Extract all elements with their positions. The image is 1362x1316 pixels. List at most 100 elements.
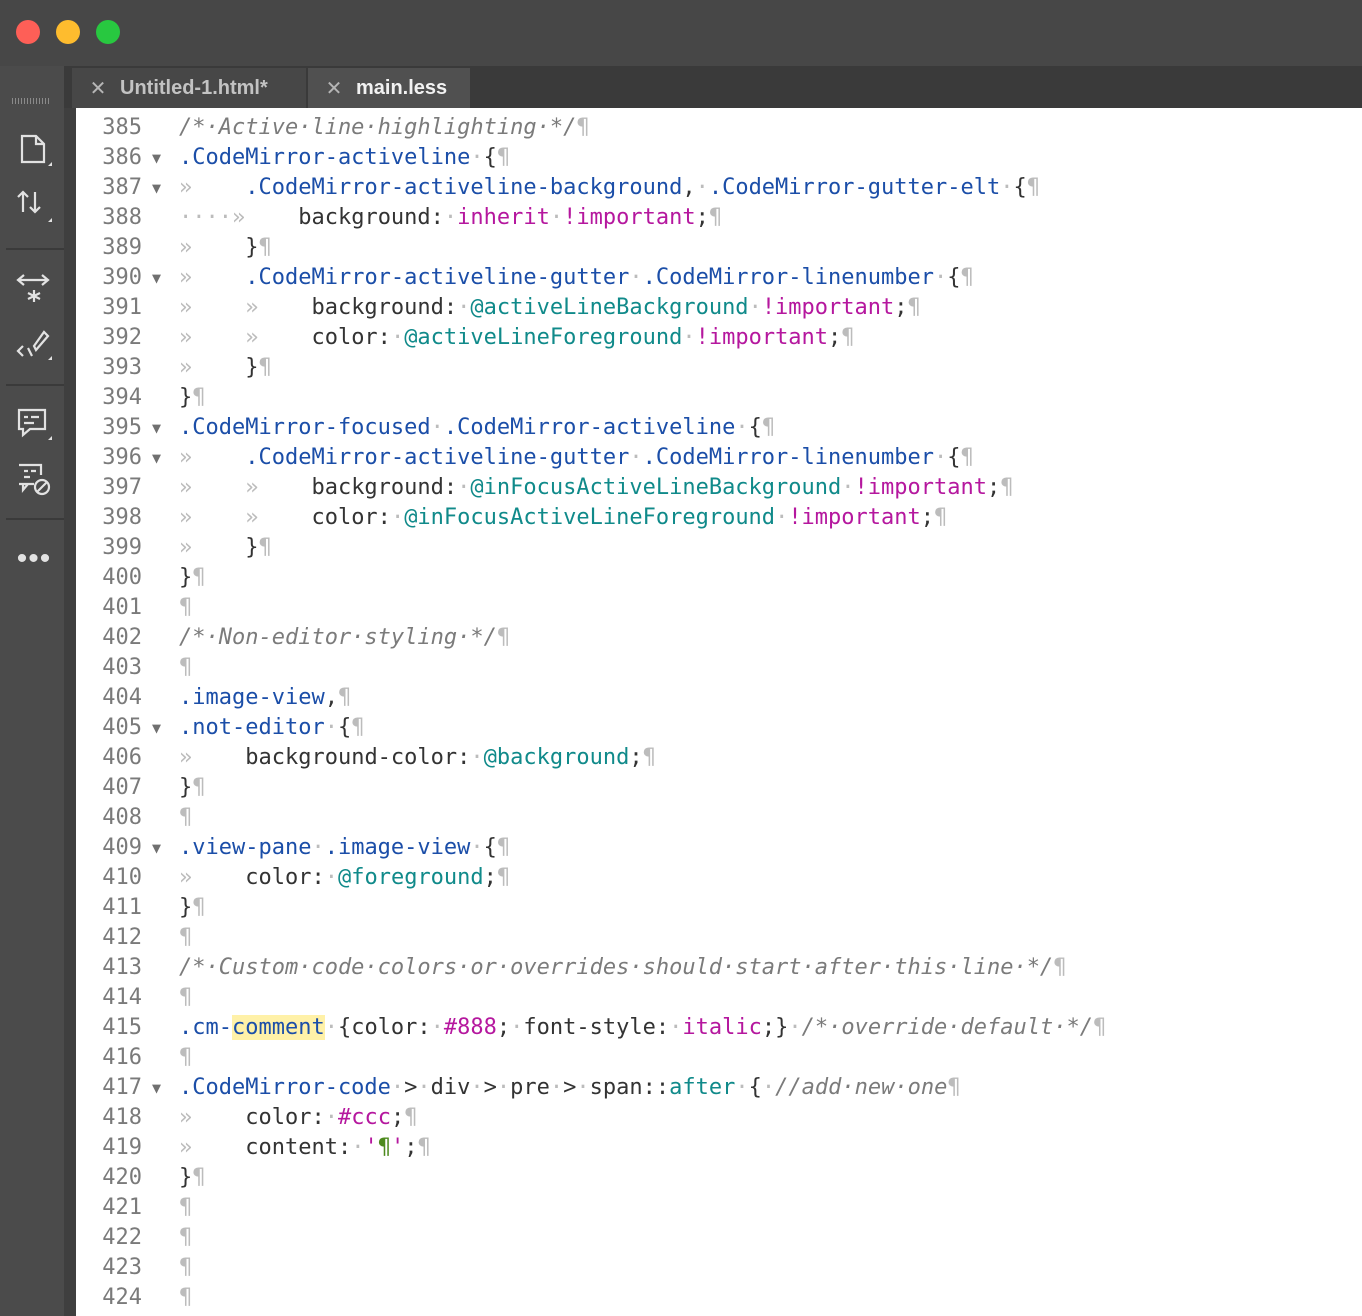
code-token: » » — [179, 295, 312, 320]
code-line[interactable]: 413 /*·Custom·code·colors·or·overrides·sh… — [76, 953, 1362, 983]
code-token: .image-view — [324, 835, 471, 860]
code-line[interactable]: 399 » }¶ — [76, 533, 1362, 563]
code-token: · — [510, 1015, 524, 1040]
code-line[interactable]: 385 /*·Active·line·highlighting·*/¶ — [76, 113, 1362, 143]
code-token: //add·new·one — [775, 1075, 948, 1100]
code-line[interactable]: 419» content:·'¶';¶ — [76, 1133, 1362, 1163]
code-token: } — [245, 235, 259, 260]
close-window-button[interactable] — [16, 20, 40, 44]
code-line[interactable]: 402 /*·Non-editor·styling·*/¶ — [76, 623, 1362, 653]
code-token: » » — [179, 325, 312, 350]
code-brush-icon[interactable] — [14, 324, 54, 364]
code-token: ; — [390, 1105, 405, 1130]
fold-toggle-icon[interactable]: ▼ — [152, 833, 166, 863]
code-line[interactable]: 398» » color:·@inFocusActiveLineForegrou… — [76, 503, 1362, 533]
code-line[interactable]: 412 ¶ — [76, 923, 1362, 953]
code-token: ····» — [179, 205, 299, 230]
code-line[interactable]: 400}¶ — [76, 563, 1362, 593]
code-token: .CodeMirror-activeline — [443, 415, 736, 440]
fold-toggle-icon[interactable]: ▼ — [152, 443, 166, 473]
code-line[interactable]: 390 ▼» .CodeMirror-activeline-gutter·.Cod… — [76, 263, 1362, 293]
code-line[interactable]: 411}¶ — [76, 893, 1362, 923]
sort-arrows-icon[interactable] — [14, 186, 54, 226]
tab-main-less[interactable]: ✕ main.less — [308, 68, 470, 108]
zoom-window-button[interactable] — [96, 20, 120, 44]
code-token: color: — [245, 1105, 325, 1130]
code-line[interactable]: 410 » color:·@foreground;¶ — [76, 863, 1362, 893]
code-token: ¶ — [1093, 1015, 1107, 1040]
tab-bar: ✕ Untitled-1.html* ✕ main.less — [64, 66, 1362, 108]
code-token: ¶ — [351, 715, 365, 740]
code-token: ; — [629, 745, 643, 770]
more-options-icon[interactable]: ••• — [14, 544, 54, 574]
fold-toggle-icon[interactable]: ▼ — [152, 713, 166, 743]
code-editor[interactable]: 385/*·Active·line·highlighting·*/¶ 386 ▼ .C… — [76, 108, 1362, 1316]
code-line[interactable]: 424 ¶ — [76, 1283, 1362, 1313]
code-token: { — [483, 145, 497, 170]
code-token: @activeLineForeground — [404, 325, 683, 350]
code-line[interactable]: 415 .cm-comment·{color:·#888;·font-style:… — [76, 1013, 1362, 1043]
fold-toggle-icon[interactable]: ▼ — [152, 413, 166, 443]
grip-handle[interactable] — [12, 98, 50, 104]
line-number: 419 — [102, 1135, 142, 1160]
code-token: background: — [311, 475, 458, 500]
code-token: .not-editor — [179, 715, 325, 740]
code-line[interactable]: 386 ▼ .CodeMirror-activeline·{¶ — [76, 143, 1362, 173]
code-line[interactable]: 396 ▼» .CodeMirror-activeline-gutter·.Cod… — [76, 443, 1362, 473]
fold-toggle-icon[interactable]: ▼ — [152, 263, 166, 293]
code-line[interactable]: 387 ▼ » .CodeMirror-activeline-background,… — [76, 173, 1362, 203]
line-number: 400 — [102, 565, 142, 590]
comment-disable-icon[interactable] — [14, 460, 54, 500]
code-token: .CodeMirror-activeline-gutter — [245, 445, 630, 470]
code-line[interactable]: 404 .image-view,¶ — [76, 683, 1362, 713]
file-icon[interactable] — [14, 130, 54, 170]
tab-untitled[interactable]: ✕ Untitled-1.html* — [72, 68, 306, 108]
comment-icon[interactable] — [14, 404, 54, 444]
fold-toggle-icon[interactable]: ▼ — [152, 173, 166, 203]
expand-icon[interactable] — [14, 270, 54, 310]
code-token: /*·override·default·*/ — [801, 1015, 1093, 1040]
code-line[interactable]: 417 ▼ .CodeMirror-code·>·div·>·pre·>·span:… — [76, 1073, 1362, 1103]
code-token: { — [1013, 175, 1027, 200]
code-token: · — [576, 1075, 590, 1100]
code-line[interactable]: 420}¶ — [76, 1163, 1362, 1193]
code-line[interactable]: 423 ¶ — [76, 1253, 1362, 1283]
code-text: .not-editor·{¶ — [179, 713, 364, 743]
fold-toggle-icon[interactable]: ▼ — [152, 143, 166, 173]
code-token: · — [549, 205, 564, 230]
code-line[interactable]: 391» » background:·@activeLineBackground… — [76, 293, 1362, 323]
code-line[interactable]: 403 ¶ — [76, 653, 1362, 683]
code-token: .CodeMirror-activeline — [179, 145, 471, 170]
line-number: 402 — [102, 625, 142, 650]
code-line[interactable]: 397» » background:·@inFocusActiveLineBac… — [76, 473, 1362, 503]
code-line[interactable]: 393 » }¶ — [76, 353, 1362, 383]
close-tab-icon[interactable]: ✕ — [82, 76, 114, 101]
code-line[interactable]: 388 ····» background:·inherit·!important;… — [76, 203, 1362, 233]
code-line[interactable]: 418 » color:·#ccc;¶ — [76, 1103, 1362, 1133]
code-line[interactable]: 389 » }¶ — [76, 233, 1362, 263]
code-line[interactable]: 392» » color:·@activeLineForeground·!imp… — [76, 323, 1362, 353]
code-line[interactable]: 395 ▼ .CodeMirror-focused·.CodeMirror-acti… — [76, 413, 1362, 443]
code-token: { — [483, 835, 497, 860]
code-line[interactable]: 409 ▼ .view-pane·.image-view·{¶ — [76, 833, 1362, 863]
code-token: ¶ — [192, 565, 206, 590]
code-token: div — [430, 1075, 471, 1100]
code-token: · — [748, 295, 762, 320]
code-line[interactable]: 407}¶ — [76, 773, 1362, 803]
fold-toggle-icon[interactable]: ▼ — [152, 1073, 166, 1103]
code-line[interactable]: 401 ¶ — [76, 593, 1362, 623]
code-text: » .CodeMirror-activeline-gutter·.CodeMir… — [179, 443, 974, 473]
code-line[interactable]: 408 ¶ — [76, 803, 1362, 833]
code-line[interactable]: 421 ¶ — [76, 1193, 1362, 1223]
minimize-window-button[interactable] — [56, 20, 80, 44]
code-line[interactable]: 394}¶ — [76, 383, 1362, 413]
code-token: · — [841, 475, 855, 500]
code-line[interactable]: 414 ¶ — [76, 983, 1362, 1013]
code-token: ¶ — [496, 865, 511, 890]
code-line[interactable]: 422 ¶ — [76, 1223, 1362, 1253]
code-line[interactable]: 416 ¶ — [76, 1043, 1362, 1073]
code-line[interactable]: 406 » background-color:·@background;¶ — [76, 743, 1362, 773]
line-number: 385 — [102, 115, 142, 140]
code-line[interactable]: 405 ▼ .not-editor·{¶ — [76, 713, 1362, 743]
close-tab-icon[interactable]: ✕ — [318, 76, 350, 101]
